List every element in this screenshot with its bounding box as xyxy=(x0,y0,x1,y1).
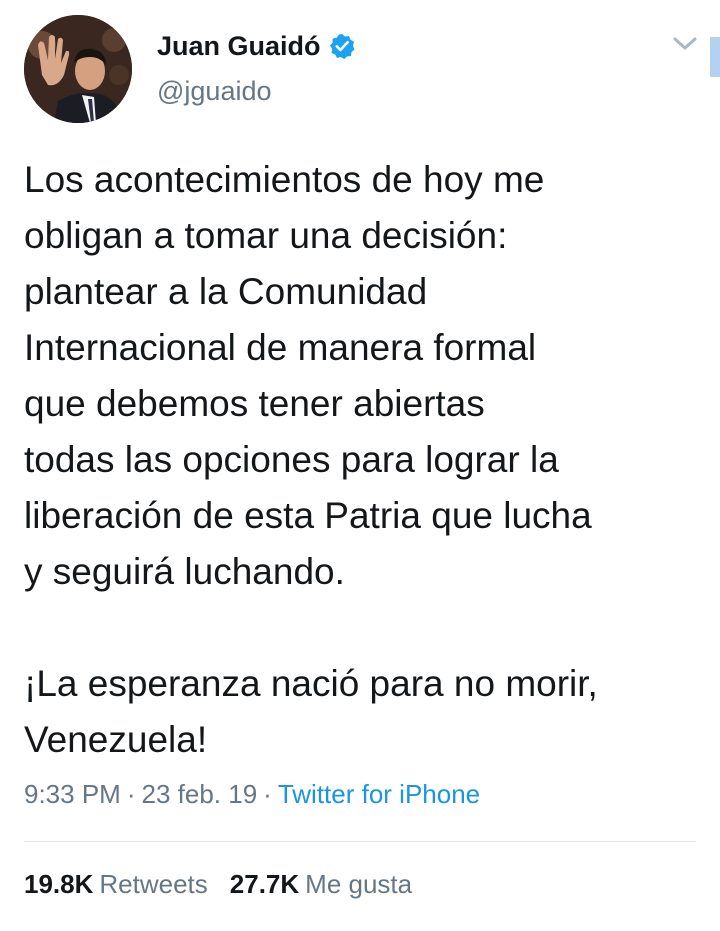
author-handle[interactable]: @jguaido xyxy=(157,76,272,107)
meta-separator: · xyxy=(263,779,272,809)
tweet-meta: 9:33 PM · 23 feb. 19 · Twitter for iPhone xyxy=(24,779,480,810)
author-name-row: Juan Guaidó xyxy=(157,28,355,64)
tweet-time: 9:33 PM xyxy=(24,779,121,809)
likes-stat[interactable]: 27.7K Me gusta xyxy=(230,869,412,899)
tweet-stats: 19.8K Retweets 27.7K Me gusta xyxy=(24,869,412,900)
divider xyxy=(24,841,696,842)
retweets-label: Retweets xyxy=(99,869,208,899)
likes-count: 27.7K xyxy=(229,869,300,899)
author-display-name[interactable]: Juan Guaidó xyxy=(157,31,321,62)
chevron-down-icon[interactable] xyxy=(671,33,699,55)
retweets-stat[interactable]: 19.8K Retweets xyxy=(24,869,208,899)
verified-badge-icon xyxy=(329,33,355,59)
tweet: Juan Guaidó @jguaido Los acontecimientos… xyxy=(0,0,720,931)
meta-separator: · xyxy=(126,779,136,809)
likes-label: Me gusta xyxy=(305,869,413,899)
retweets-count: 19.8K xyxy=(24,869,94,899)
avatar-image xyxy=(24,15,132,123)
tweet-date[interactable]: 23 feb. 19 xyxy=(142,779,258,809)
tweet-source-link[interactable]: Twitter for iPhone xyxy=(278,779,480,809)
tweet-text: Los acontecimientos de hoy me obligan a … xyxy=(24,159,598,760)
scrollbar-thumb[interactable] xyxy=(710,37,720,77)
avatar[interactable] xyxy=(24,15,132,123)
